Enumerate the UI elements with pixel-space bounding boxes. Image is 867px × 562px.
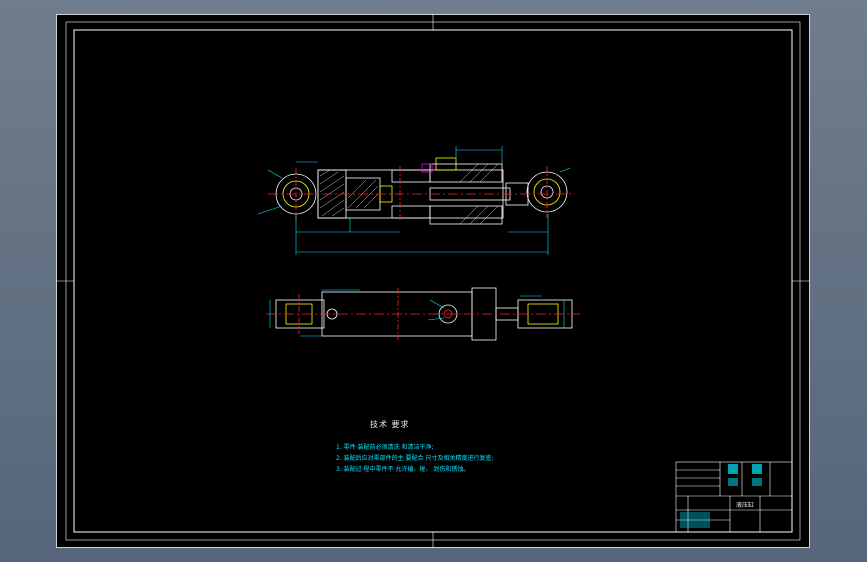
gland-bottom: [429, 205, 503, 225]
cad-viewport[interactable]: 技术 要求 1. 零件 装配前必须清洗 和清洁干净; 2. 装配后应对零部件的主…: [0, 0, 867, 562]
tech-requirements-title: 技术 要求: [370, 420, 410, 429]
tech-requirement-line: 3. 装配过 程中零件不 允许磕、碰、 划伤和锈蚀。: [336, 466, 470, 473]
drawing-canvas: [56, 14, 810, 548]
dimensions-top: [257, 146, 571, 255]
dimensions-bottom: [269, 289, 565, 337]
hatch-rear: [319, 169, 345, 217]
gland-top: [429, 163, 503, 183]
tech-requirement-line: 1. 零件 装配前必须清洗 和清洁干净;: [336, 444, 434, 451]
section-view: [257, 146, 575, 255]
tech-requirement-line: 2. 装配后应对零部件的主 要配合 尺寸及相关精度进行复查;: [336, 455, 494, 462]
title-block-label: 液压缸: [736, 502, 755, 509]
exterior-view: [266, 287, 580, 341]
